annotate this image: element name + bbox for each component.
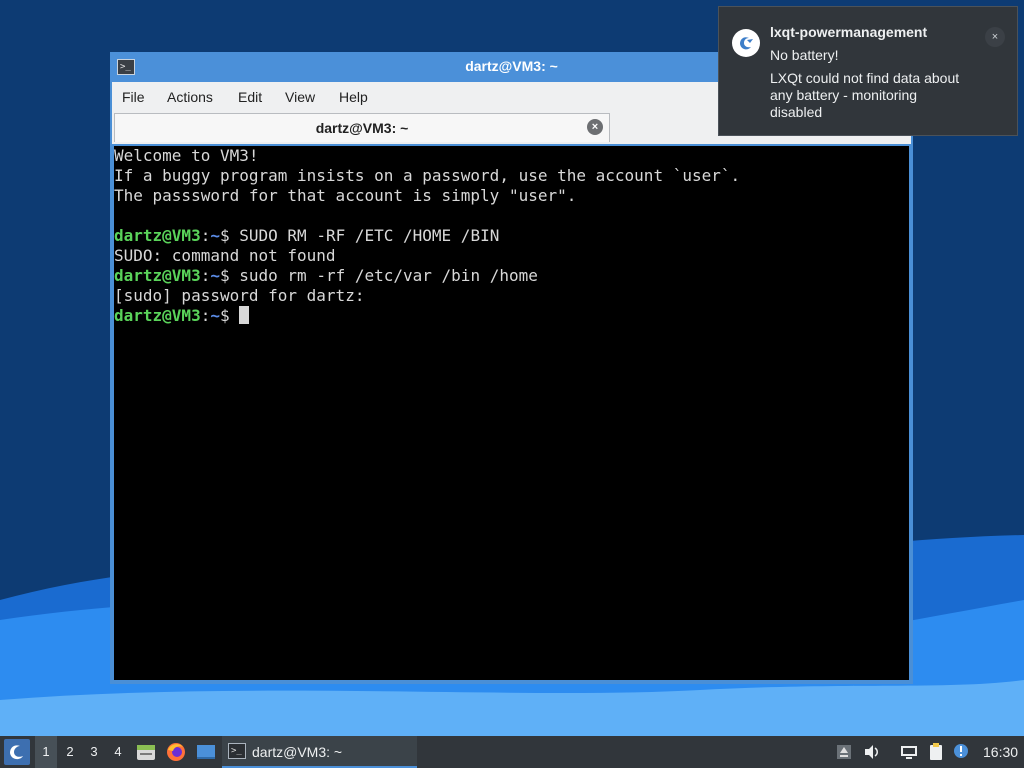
upload-icon[interactable] — [834, 742, 854, 762]
lxqt-icon — [732, 29, 760, 57]
notification-body: LXQt could not find data about any batte… — [770, 70, 960, 120]
prompt-user: dartz@VM3 — [114, 226, 201, 245]
start-menu-icon[interactable] — [4, 739, 30, 765]
console-prompt-line: dartz@VM3:~$ sudo rm -rf /etc/var /bin /… — [114, 266, 909, 286]
menu-actions[interactable]: Actions — [167, 89, 213, 105]
prompt-path: ~ — [210, 306, 220, 325]
network-icon[interactable] — [899, 742, 919, 762]
prompt-user: dartz@VM3 — [114, 266, 201, 285]
console-text: The passsword for that account is simply… — [114, 186, 577, 205]
console-text: SUDO: command not found — [114, 246, 336, 265]
notification-popup[interactable]: lxqt-powermanagement No battery! LXQt co… — [718, 6, 1018, 136]
task-button-terminal[interactable]: >_ dartz@VM3: ~ — [222, 736, 417, 768]
terminal-console[interactable]: Welcome to VM3! If a buggy program insist… — [114, 146, 909, 680]
terminal-window[interactable]: >_ dartz@VM3: ~ File Actions Edit View H… — [110, 52, 913, 684]
prompt-path: ~ — [210, 226, 220, 245]
console-text: Welcome to VM3! — [114, 146, 259, 165]
console-text: If a buggy program insists on a password… — [114, 166, 741, 185]
firefox-icon[interactable] — [165, 741, 187, 763]
console-output-line: SUDO: command not found — [114, 246, 909, 266]
menu-help[interactable]: Help — [339, 89, 368, 105]
clipboard-icon[interactable] — [926, 742, 946, 762]
task-button-label: dartz@VM3: ~ — [252, 744, 343, 760]
desktop-switch-3[interactable]: 3 — [83, 736, 105, 768]
prompt-path: ~ — [210, 266, 220, 285]
console-text: [sudo] password for dartz: — [114, 286, 365, 305]
clock[interactable]: 16:30 — [983, 744, 1018, 760]
prompt-separator: : — [200, 266, 211, 285]
tab-close-icon[interactable]: × — [587, 119, 603, 135]
menu-file[interactable]: File — [122, 89, 145, 105]
notification-app-name: lxqt-powermanagement — [770, 24, 928, 40]
update-notifier-icon[interactable] — [952, 742, 972, 762]
volume-icon[interactable] — [862, 742, 882, 762]
file-manager-icon[interactable] — [135, 741, 157, 763]
prompt-user: dartz@VM3 — [114, 306, 201, 325]
prompt-dollar: $ — [219, 266, 240, 285]
prompt-separator: : — [200, 226, 211, 245]
console-output-line: Welcome to VM3! — [114, 146, 909, 166]
prompt-command: SUDO RM -RF /ETC /HOME /BIN — [239, 226, 500, 245]
terminal-task-icon: >_ — [228, 743, 246, 759]
menu-view[interactable]: View — [285, 89, 315, 105]
tab-label: dartz@VM3: ~ — [315, 120, 409, 136]
console-prompt-line: dartz@VM3:~$ SUDO RM -RF /ETC /HOME /BIN — [114, 226, 909, 246]
show-desktop-icon[interactable] — [195, 741, 217, 763]
desktop-switch-1[interactable]: 1 — [35, 736, 57, 768]
tab-terminal[interactable]: dartz@VM3: ~ × — [114, 113, 610, 142]
text-cursor — [239, 306, 250, 324]
desktop-switch-4[interactable]: 4 — [107, 736, 129, 768]
notification-summary: No battery! — [770, 47, 839, 63]
notification-close-icon[interactable]: × — [985, 27, 1005, 47]
menu-edit[interactable]: Edit — [238, 89, 262, 105]
console-output-line: [sudo] password for dartz: — [114, 286, 909, 306]
prompt-separator: : — [200, 306, 211, 325]
desktop-switch-2[interactable]: 2 — [59, 736, 81, 768]
console-prompt-line: dartz@VM3:~$ — [114, 306, 909, 326]
prompt-dollar: $ — [219, 226, 240, 245]
prompt-dollar: $ — [219, 306, 240, 325]
prompt-command: sudo rm -rf /etc/var /bin /home — [239, 266, 538, 285]
console-output-line: The passsword for that account is simply… — [114, 186, 909, 206]
taskbar: 1 2 3 4 >_ dartz@VM3: ~ 16:30 — [0, 736, 1024, 768]
console-output-line: If a buggy program insists on a password… — [114, 166, 909, 186]
